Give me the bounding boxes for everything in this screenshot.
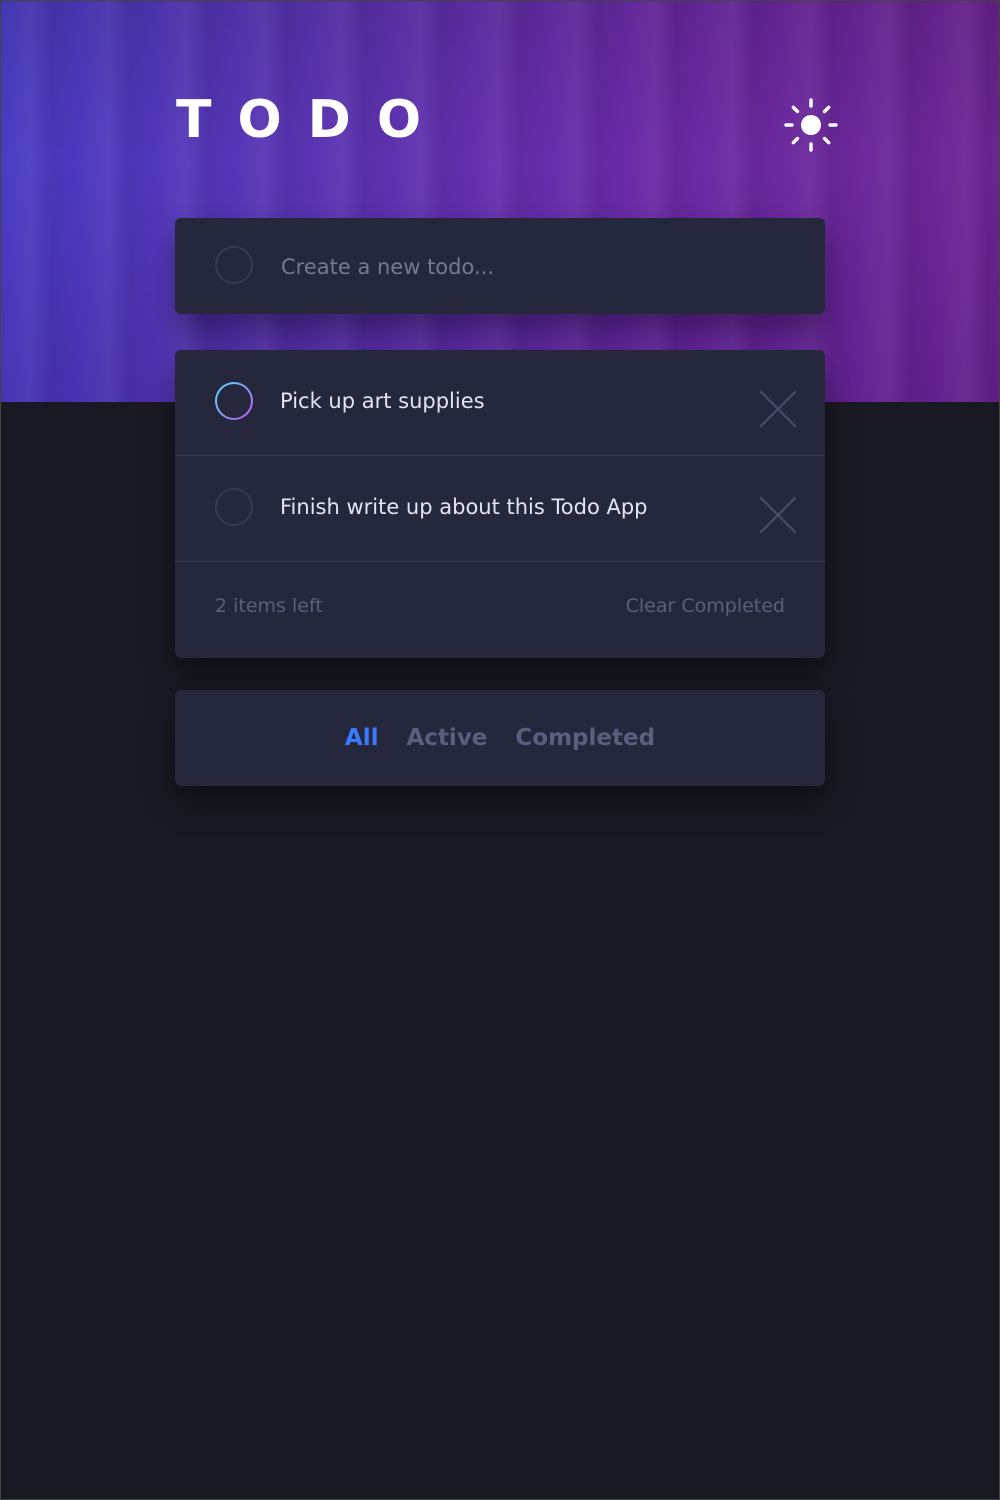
- list-footer: 2 items left Clear Completed: [175, 562, 825, 658]
- filter-completed-button[interactable]: Completed: [515, 725, 655, 751]
- theme-toggle-button[interactable]: [782, 96, 840, 154]
- app-title: TODO: [176, 90, 448, 150]
- close-icon: [759, 496, 797, 534]
- delete-todo-button[interactable]: [759, 390, 797, 428]
- filter-active-button[interactable]: Active: [407, 725, 488, 751]
- filter-bar: All Active Completed: [175, 690, 825, 786]
- app-page: TODO Pick up art supplies: [0, 0, 1000, 1500]
- todo-checkbox[interactable]: [215, 382, 253, 420]
- clear-completed-button[interactable]: Clear Completed: [626, 590, 785, 622]
- todo-checkbox[interactable]: [215, 488, 253, 526]
- header-background-image: [0, 0, 1000, 402]
- sun-icon: [784, 98, 838, 152]
- items-left-count: 2 items left: [215, 595, 323, 617]
- todo-item[interactable]: Pick up art supplies: [175, 350, 825, 456]
- new-todo-card: [175, 218, 825, 314]
- filter-all-button[interactable]: All: [345, 725, 379, 751]
- new-todo-check-circle[interactable]: [215, 246, 253, 284]
- todo-item-text: Pick up art supplies: [280, 389, 485, 413]
- new-todo-input[interactable]: [279, 242, 783, 292]
- filter-group: All Active Completed: [175, 690, 825, 786]
- todo-item[interactable]: Finish write up about this Todo App: [175, 456, 825, 562]
- todo-list: Pick up art supplies Finish write up abo…: [175, 350, 825, 658]
- delete-todo-button[interactable]: [759, 496, 797, 534]
- todo-item-text: Finish write up about this Todo App: [280, 495, 648, 519]
- close-icon: [759, 390, 797, 428]
